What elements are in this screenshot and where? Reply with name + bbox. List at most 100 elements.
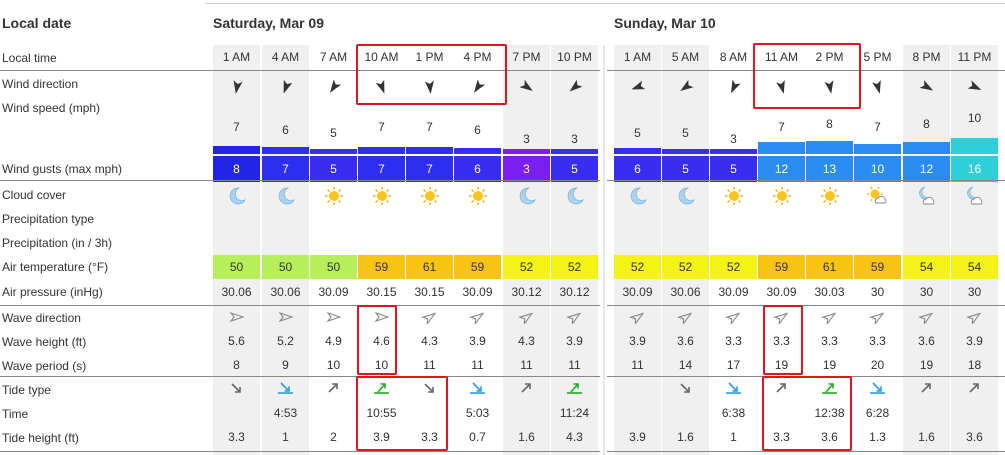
tide-time-value: 4:53 bbox=[273, 406, 298, 420]
gust-bar bbox=[710, 149, 757, 154]
sun-icon bbox=[406, 186, 453, 208]
tide-fall-icon bbox=[213, 380, 260, 398]
forecast-column: 11 AM 7 12 59 30.09 3.3 19 3.3 bbox=[758, 45, 805, 455]
tide-height-value: 1 bbox=[282, 430, 289, 444]
forecast-column: 2 PM 8 13 61 30.03 3.3 19 12:38 3.6 bbox=[806, 45, 853, 455]
wave-period-value: 11 bbox=[631, 358, 644, 372]
wind-speed-value: 7 bbox=[778, 120, 785, 134]
air-temperature-value: 59 bbox=[358, 255, 405, 279]
wind-direction-arrow-icon bbox=[262, 78, 309, 98]
tide-rise-icon bbox=[503, 380, 550, 398]
wave-height-value: 4.6 bbox=[373, 334, 390, 348]
air-pressure-value: 30 bbox=[967, 285, 982, 299]
tide-none-icon bbox=[614, 380, 661, 398]
air-temperature-value: 50 bbox=[213, 255, 260, 279]
sun-icon bbox=[710, 186, 757, 208]
wind-direction-arrow-icon bbox=[854, 78, 901, 98]
wave-direction-arrow-icon bbox=[551, 310, 598, 326]
tide-height-value: 4.3 bbox=[566, 430, 583, 444]
gust-bar bbox=[551, 149, 598, 154]
tide-height-value: 1.6 bbox=[677, 430, 694, 444]
gust-bar bbox=[454, 148, 501, 154]
forecast-column: 10 AM 7 7 59 30.15 4.6 10 10:55 3.9 bbox=[358, 45, 405, 455]
tide-time-value bbox=[758, 402, 805, 424]
forecast-column: 4 PM 6 6 59 30.09 3.9 11 5:03 0.7 bbox=[454, 45, 501, 455]
wind-gust-value: 13 bbox=[806, 156, 853, 182]
time-cell: 11 AM bbox=[764, 50, 799, 64]
wave-direction-arrow-icon bbox=[662, 310, 709, 326]
time-cell: 7 PM bbox=[512, 50, 541, 64]
wave-direction-arrow-icon bbox=[903, 310, 950, 326]
moon-icon bbox=[213, 186, 260, 208]
air-temperature-value: 54 bbox=[903, 255, 950, 279]
row-divider bbox=[607, 180, 1005, 181]
day-header-saturday: Saturday, Mar 09 bbox=[213, 15, 325, 31]
wind-direction-arrow-icon bbox=[951, 78, 998, 98]
wind-speed-value: 7 bbox=[874, 120, 881, 134]
tide-height-label: Tide height (ft) bbox=[2, 431, 79, 445]
tide-height-value: 1 bbox=[730, 430, 737, 444]
wave-period-value: 11 bbox=[568, 358, 581, 372]
tide-height-value: 3.9 bbox=[373, 430, 390, 444]
air-pressure-value: 30.09 bbox=[766, 285, 797, 299]
row-divider bbox=[0, 70, 600, 71]
forecast-column: 1 AM 5 6 52 30.09 3.9 11 3.9 bbox=[614, 45, 661, 455]
tide-height-value: 2 bbox=[330, 430, 337, 444]
wave-period-value: 19 bbox=[774, 358, 789, 372]
forecast-column: 1 AM 7 8 50 30.06 5.6 8 3.3 bbox=[213, 45, 260, 455]
moon-cloud-icon bbox=[903, 186, 950, 208]
wind-gusts-label: Wind gusts (max mph) bbox=[2, 162, 123, 176]
wind-speed-label: Wind speed (mph) bbox=[2, 101, 101, 115]
wave-direction-arrow-icon bbox=[358, 310, 405, 326]
wind-direction-arrow-icon bbox=[310, 78, 357, 98]
tide-time-value bbox=[903, 402, 950, 424]
wind-speed-value: 5 bbox=[634, 126, 641, 140]
air-temperature-value: 59 bbox=[758, 255, 805, 279]
forecast-column: 7 PM 3 3 52 30.12 4.3 11 1.6 bbox=[503, 45, 550, 455]
row-divider bbox=[607, 70, 1005, 71]
tide-time-value: 12:38 bbox=[814, 406, 845, 420]
wind-direction-arrow-icon bbox=[806, 78, 853, 98]
forecast-column: 4 AM 6 7 50 30.06 5.2 9 4:53 1 bbox=[262, 45, 309, 455]
time-cell: 2 PM bbox=[815, 50, 844, 64]
tide-height-value: 3.9 bbox=[629, 430, 646, 444]
wind-gust-value: 6 bbox=[454, 156, 501, 182]
gust-bar bbox=[806, 141, 853, 154]
air-pressure-value: 30.12 bbox=[559, 285, 590, 299]
air-temperature-value: 52 bbox=[662, 255, 709, 279]
wave-direction-label: Wave direction bbox=[2, 311, 81, 325]
wave-height-value: 4.3 bbox=[518, 334, 535, 348]
wave-direction-arrow-icon bbox=[614, 310, 661, 326]
wave-direction-arrow-icon bbox=[951, 310, 998, 326]
local-date-label: Local date bbox=[2, 15, 72, 31]
tide-height-value: 1.6 bbox=[918, 430, 935, 444]
wave-height-value: 5.6 bbox=[228, 334, 245, 348]
sun-icon bbox=[310, 186, 357, 208]
moon-icon bbox=[262, 186, 309, 208]
tide-time-value bbox=[614, 402, 661, 424]
wind-speed-value: 8 bbox=[826, 117, 833, 131]
wave-height-label: Wave height (ft) bbox=[2, 335, 87, 349]
wind-gust-value: 12 bbox=[758, 156, 805, 182]
wave-direction-arrow-icon bbox=[454, 310, 501, 326]
wave-period-value: 11 bbox=[520, 358, 533, 372]
air-temperature-value: 52 bbox=[551, 255, 598, 279]
gust-bar bbox=[758, 142, 805, 154]
tide-high-icon bbox=[806, 380, 853, 398]
air-temperature-value: 52 bbox=[710, 255, 757, 279]
sun-icon bbox=[806, 186, 853, 208]
wind-gust-value: 7 bbox=[358, 156, 405, 182]
wind-speed-value: 5 bbox=[682, 126, 689, 140]
moon-cloud-icon bbox=[951, 186, 998, 208]
forecast-column: 1 PM 7 7 61 30.15 4.3 11 3.3 bbox=[406, 45, 453, 455]
wave-height-value: 4.9 bbox=[325, 334, 342, 348]
wind-direction-arrow-icon bbox=[903, 78, 950, 98]
wind-direction-arrow-icon bbox=[406, 78, 453, 98]
gust-bar bbox=[358, 147, 405, 154]
wave-period-label: Wave period (s) bbox=[2, 359, 87, 373]
moon-icon bbox=[614, 186, 661, 208]
gust-bar bbox=[406, 147, 453, 154]
wind-speed-value: 6 bbox=[474, 123, 481, 137]
tide-time-value bbox=[213, 402, 260, 424]
tide-height-value: 3.3 bbox=[773, 430, 790, 444]
